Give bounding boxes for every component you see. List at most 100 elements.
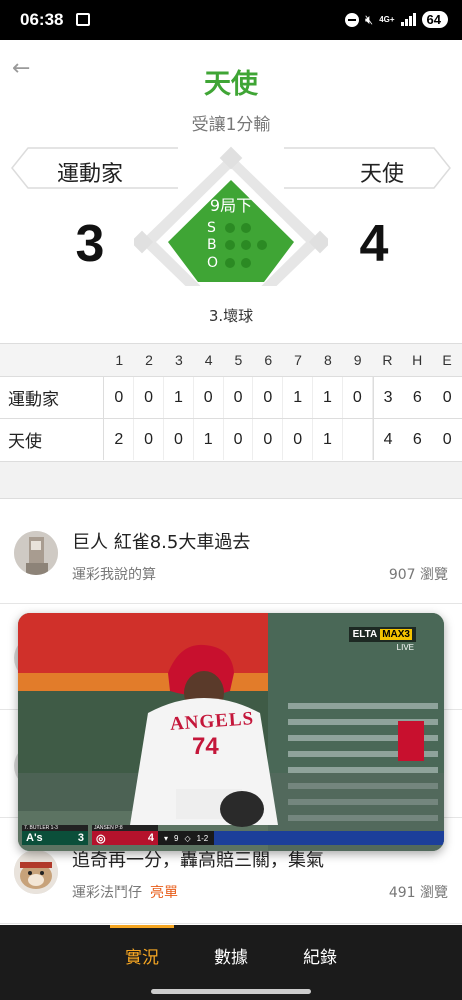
live-video-player[interactable]: ELTA MAX3 LIVE ANGELS 74 7. BUTLER 1-3 A'…: [18, 613, 444, 851]
scorebug-away: 7. BUTLER 1-3 A's 3: [22, 825, 88, 845]
inning-header: 3: [174, 352, 183, 368]
away-team-score: 3: [75, 215, 105, 273]
inning-score: 0: [224, 377, 254, 418]
out-label: O: [207, 255, 219, 271]
live-label: LIVE: [396, 643, 414, 652]
linescore-team-name: 天使: [0, 419, 105, 460]
page-title: 天使: [204, 69, 258, 100]
inning-score: 1: [313, 377, 343, 418]
inning-score: 2: [104, 419, 135, 460]
inning-score: [343, 419, 373, 460]
post-author: 運彩法鬥仔 亮單: [72, 882, 178, 902]
total-hits: 6: [412, 430, 422, 448]
total-hits: 6: [412, 388, 422, 406]
avatar[interactable]: [14, 531, 58, 575]
linescore-row-home: 天使 2 0 0 1 0 0 0 1 4 6 0: [0, 418, 462, 460]
inning-header: 6: [264, 352, 273, 368]
inning-score: 0: [253, 419, 284, 460]
inning-score: 0: [224, 419, 254, 460]
inning-header: 1: [115, 352, 124, 368]
linescore-team-name: 運動家: [0, 377, 105, 418]
strike-dot: [241, 223, 251, 233]
ball-dot: [225, 240, 235, 250]
out-dot: [241, 258, 251, 268]
halo-icon: ◎: [96, 832, 106, 845]
inning-header: 5: [234, 352, 243, 368]
inning-score: 0: [283, 419, 314, 460]
avatar-image: [14, 850, 58, 894]
mute-icon: 🔇︎: [364, 11, 374, 27]
scorebug-count: 1-2: [196, 833, 209, 843]
inning-indicator: 9局下: [209, 196, 253, 215]
tab-live[interactable]: 實況: [102, 943, 182, 968]
author-name[interactable]: 運彩法鬥仔: [72, 885, 142, 901]
scorebug-inning-arrow-icon: ▾: [164, 833, 169, 843]
home-indicator[interactable]: [151, 989, 311, 994]
video-frame: [18, 613, 444, 851]
linescore-header: 1 2 3 4 5 6 7 8 9 R H E: [0, 344, 462, 376]
inning-score: 0: [194, 377, 224, 418]
scorebug-away-team: A's: [26, 832, 43, 844]
ball-label: B: [207, 237, 217, 253]
total-errors: 0: [442, 388, 452, 406]
post-tag[interactable]: 亮單: [150, 885, 178, 901]
inning-header: 7: [294, 352, 302, 368]
broadcaster-logo: ELTA MAX3: [348, 627, 416, 642]
away-team-name[interactable]: 運動家: [40, 156, 140, 188]
inning-score: 1: [313, 419, 343, 460]
post-title[interactable]: 巨人 紅雀8.5大車過去: [72, 528, 250, 554]
inning-score: 0: [253, 377, 284, 418]
inning-score: 0: [343, 377, 373, 418]
inning-header: 8: [323, 352, 332, 368]
battery-level: 64: [421, 11, 448, 28]
scorebug-away-score: 3: [77, 832, 84, 844]
total-errors: 0: [442, 430, 452, 448]
runs-header: R: [382, 352, 393, 368]
avatar-image: [14, 531, 58, 575]
signal-icon: [400, 13, 416, 26]
strike-label: S: [207, 220, 216, 236]
handicap-result: 受讓1分輸: [191, 115, 271, 135]
hits-header: H: [412, 352, 423, 368]
inning-score: 0: [134, 419, 164, 460]
scorebug-home-score: 4: [147, 832, 154, 844]
post-author: 運彩我說的算: [72, 564, 156, 584]
out-count: O: [207, 255, 251, 271]
inning-score: 0: [104, 377, 135, 418]
errors-header: E: [442, 352, 452, 368]
strike-dot: [225, 223, 235, 233]
avatar[interactable]: [14, 850, 58, 894]
out-dot: [225, 258, 235, 268]
ball-dot: [257, 240, 267, 250]
home-team-score: 4: [359, 215, 389, 273]
bases-icon: ◇: [184, 833, 191, 843]
inning-score: 1: [283, 377, 314, 418]
active-tab-indicator: [110, 925, 174, 928]
screen-record-icon: [76, 13, 90, 26]
linescore-row-away: 運動家 0 0 1 0 0 0 1 1 0 3 6 0: [0, 376, 462, 418]
scorebug-home: JANSEN P:8 ◎ 4: [92, 825, 158, 845]
inning-header: 9: [353, 352, 362, 368]
author-name[interactable]: 運彩我說的算: [72, 567, 156, 583]
network-type: 4G+: [379, 14, 395, 24]
total-runs: 3: [372, 377, 403, 418]
scorebug-sponsor-bar: [214, 831, 444, 845]
linescore-table: 1 2 3 4 5 6 7 8 9 R H E 運動家 0 0 1 0 0 0 …: [0, 343, 462, 460]
tab-stats[interactable]: 數據: [191, 943, 271, 968]
video-scorebug: 7. BUTLER 1-3 A's 3 JANSEN P:8 ◎ 4 ▾ 9 ◇ 1…: [18, 825, 444, 845]
scorebug-inning: 9: [174, 833, 179, 843]
ball-dot: [241, 240, 251, 250]
scorebug-status: ▾ 9 ◇ 1-2: [158, 831, 215, 845]
post-views: 907 瀏覽: [388, 567, 448, 583]
inning-score: 0: [164, 419, 194, 460]
post-views: 491 瀏覽: [388, 885, 448, 901]
live-game-page: 06:38 🔇︎ 4G+ 64 ← 天使 受讓1分輸 運動家 天使 3 4 9局…: [0, 0, 462, 1000]
do-not-disturb-icon: [344, 12, 359, 27]
current-play: 3.壞球: [208, 307, 254, 325]
total-runs: 4: [372, 419, 403, 460]
tab-records[interactable]: 紀錄: [280, 943, 360, 968]
post-item[interactable]: 巨人 紅雀8.5大車過去 運彩我說的算 907 瀏覽: [0, 500, 462, 604]
inning-header: 2: [145, 352, 153, 368]
home-team-name[interactable]: 天使: [342, 156, 422, 188]
section-divider: [0, 461, 462, 499]
